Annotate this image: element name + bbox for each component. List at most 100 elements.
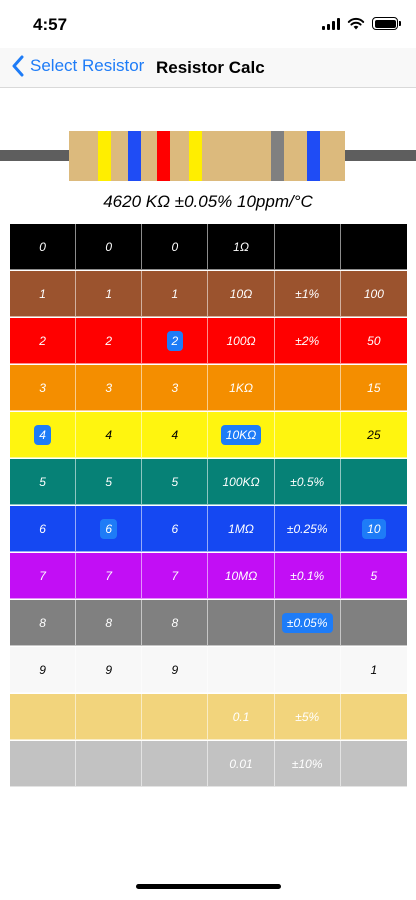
cell-orange-digit1[interactable]: 3: [10, 365, 77, 411]
band-multiplier: [189, 131, 202, 181]
cell-blue-tolerance[interactable]: ±0.25%: [274, 506, 341, 552]
cell-blue-tempco[interactable]: 10: [340, 506, 407, 552]
cell-orange-multiplier[interactable]: 1KΩ: [208, 365, 275, 411]
cell-silver-digit1[interactable]: [10, 741, 77, 787]
page-title: Resistor Calc: [156, 58, 265, 77]
cell-white-digit3[interactable]: 9: [142, 647, 209, 693]
cell-violet-tolerance[interactable]: ±0.1%: [274, 553, 341, 599]
cell-violet-multiplier[interactable]: 10MΩ: [208, 553, 275, 599]
cell-grey-digit3[interactable]: 8: [142, 600, 209, 646]
cell-green-digit2[interactable]: 5: [76, 459, 143, 505]
cell-silver-digit3[interactable]: [142, 741, 209, 787]
cell-green-digit1[interactable]: 5: [10, 459, 77, 505]
cell-violet-digit1[interactable]: 7: [10, 553, 77, 599]
cell-label: 5: [171, 474, 179, 489]
battery-icon: [372, 17, 401, 30]
cell-silver-digit2[interactable]: [76, 741, 143, 787]
cell-grey-digit2[interactable]: 8: [76, 600, 143, 646]
cell-gold-multiplier[interactable]: 0.1: [208, 694, 275, 740]
cell-yellow-tempco[interactable]: 25: [340, 412, 407, 458]
cell-gold-digit2[interactable]: [76, 694, 143, 740]
cell-grey-digit1[interactable]: 8: [10, 600, 77, 646]
cell-blue-digit1[interactable]: 6: [10, 506, 77, 552]
cell-yellow-digit3[interactable]: 4: [142, 412, 209, 458]
cell-violet-digit2[interactable]: 7: [76, 553, 143, 599]
cell-red-digit1[interactable]: 2: [10, 318, 77, 364]
cell-blue-multiplier[interactable]: 1MΩ: [208, 506, 275, 552]
cell-label: ±2%: [295, 333, 320, 348]
cell-brown-tempco[interactable]: 100: [340, 271, 407, 317]
cell-white-tolerance[interactable]: [274, 647, 341, 693]
cell-white-tempco[interactable]: 1: [340, 647, 407, 693]
cell-red-multiplier[interactable]: 100Ω: [208, 318, 275, 364]
cell-yellow-tolerance[interactable]: [274, 412, 341, 458]
cell-brown-digit2[interactable]: 1: [76, 271, 143, 317]
cell-green-tempco[interactable]: [340, 459, 407, 505]
cell-black-digit3[interactable]: 0: [142, 224, 209, 270]
cell-label: 1: [39, 286, 46, 301]
cell-yellow-digit1[interactable]: 4: [10, 412, 77, 458]
color-row-grey: 8 8 8 ±0.05%: [10, 600, 407, 647]
back-button[interactable]: Select Resistor: [11, 55, 144, 77]
cell-label: 10MΩ: [224, 568, 258, 583]
cell-black-tolerance[interactable]: [274, 224, 341, 270]
cell-gold-digit3[interactable]: [142, 694, 209, 740]
cell-label: 15: [367, 380, 381, 395]
cell-black-digit2[interactable]: 0: [76, 224, 143, 270]
cell-white-digit2[interactable]: 9: [76, 647, 143, 693]
cell-yellow-digit2[interactable]: 4: [76, 412, 143, 458]
cell-silver-multiplier[interactable]: 0.01: [208, 741, 275, 787]
cell-label: 6: [100, 518, 118, 539]
cell-label: 10: [362, 518, 386, 539]
cell-brown-multiplier[interactable]: 10Ω: [208, 271, 275, 317]
resistor-lead-right: [344, 150, 416, 161]
cell-label: 0: [105, 239, 113, 254]
cell-black-tempco[interactable]: [340, 224, 407, 270]
cell-orange-tempco[interactable]: 15: [340, 365, 407, 411]
cellular-signal-icon: [322, 17, 340, 30]
cell-orange-digit3[interactable]: 3: [142, 365, 209, 411]
cell-orange-tolerance[interactable]: [274, 365, 341, 411]
cell-brown-digit3[interactable]: 1: [142, 271, 209, 317]
color-row-orange: 3 3 3 1KΩ 15: [10, 365, 407, 412]
status-bar: 4:57: [0, 0, 416, 48]
cell-blue-digit2[interactable]: 6: [76, 506, 143, 552]
cell-brown-digit1[interactable]: 1: [10, 271, 77, 317]
wifi-icon: [347, 17, 365, 30]
cell-label: 1KΩ: [229, 380, 253, 395]
color-row-blue: 6 6 6 1MΩ ±0.25% 10: [10, 506, 407, 553]
cell-green-digit3[interactable]: 5: [142, 459, 209, 505]
cell-silver-tempco[interactable]: [340, 741, 407, 787]
cell-yellow-multiplier[interactable]: 10KΩ: [208, 412, 275, 458]
cell-silver-tolerance[interactable]: ±10%: [274, 741, 341, 787]
cell-red-tempco[interactable]: 50: [340, 318, 407, 364]
cell-grey-tolerance[interactable]: ±0.05%: [274, 600, 341, 646]
cell-brown-tolerance[interactable]: ±1%: [274, 271, 341, 317]
cell-black-digit1[interactable]: 0: [10, 224, 77, 270]
cell-green-multiplier[interactable]: 100KΩ: [208, 459, 275, 505]
color-row-green: 5 5 5 100KΩ ±0.5%: [10, 459, 407, 506]
cell-label: 7: [105, 568, 113, 583]
cell-red-digit3[interactable]: 2: [142, 318, 209, 364]
cell-grey-tempco[interactable]: [340, 600, 407, 646]
cell-label: 10Ω: [229, 286, 253, 301]
cell-label: ±10%: [291, 756, 323, 771]
cell-red-digit2[interactable]: 2: [76, 318, 143, 364]
resistor-body: [69, 131, 345, 181]
cell-gold-tolerance[interactable]: ±5%: [274, 694, 341, 740]
cell-white-multiplier[interactable]: [208, 647, 275, 693]
cell-white-digit1[interactable]: 9: [10, 647, 77, 693]
cell-grey-multiplier[interactable]: [208, 600, 275, 646]
cell-label: 3: [105, 380, 113, 395]
cell-label: 7: [39, 568, 46, 583]
cell-green-tolerance[interactable]: ±0.5%: [274, 459, 341, 505]
cell-violet-tempco[interactable]: 5: [340, 553, 407, 599]
cell-gold-tempco[interactable]: [340, 694, 407, 740]
cell-orange-digit2[interactable]: 3: [76, 365, 143, 411]
cell-black-multiplier[interactable]: 1Ω: [208, 224, 275, 270]
cell-gold-digit1[interactable]: [10, 694, 77, 740]
cell-blue-digit3[interactable]: 6: [142, 506, 209, 552]
cell-label: 5: [370, 568, 378, 583]
cell-red-tolerance[interactable]: ±2%: [274, 318, 341, 364]
cell-violet-digit3[interactable]: 7: [142, 553, 209, 599]
